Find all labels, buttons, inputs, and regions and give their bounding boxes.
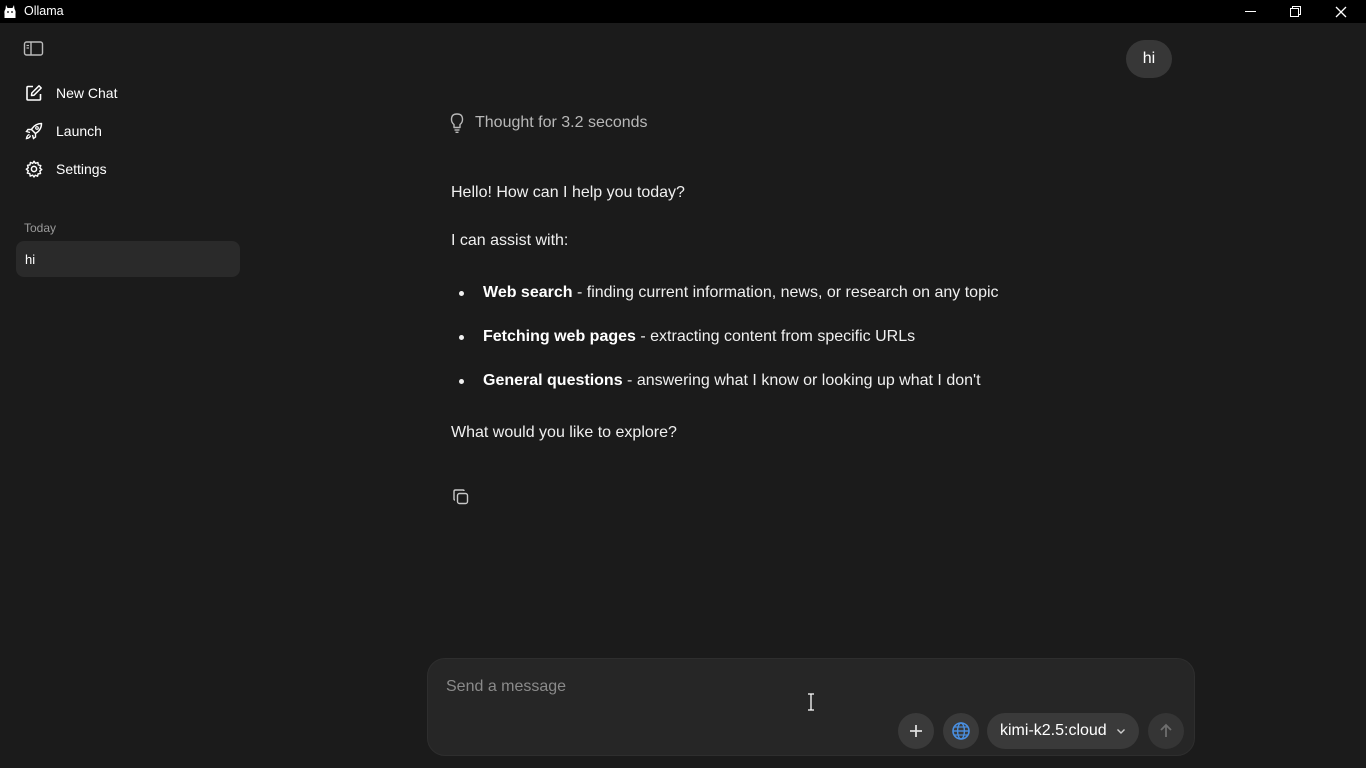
- plus-icon: [910, 725, 922, 737]
- reply-bullet-item: Web search - finding current information…: [459, 284, 999, 302]
- message-input[interactable]: [446, 673, 1166, 701]
- chat-title: hi: [25, 251, 36, 267]
- chat-list-item[interactable]: hi: [16, 241, 240, 277]
- message-composer: kimi-k2.5:cloud: [427, 658, 1195, 756]
- bullet-text: - extracting content from specific URLs: [635, 328, 916, 345]
- new-chat-icon: [24, 83, 44, 103]
- reply-closing: What would you like to explore?: [451, 424, 677, 441]
- bullet-heading: General questions: [483, 372, 623, 389]
- reply-intro: I can assist with:: [451, 232, 569, 249]
- copy-icon: [453, 489, 469, 505]
- model-name: kimi-k2.5:cloud: [1000, 722, 1107, 739]
- send-button[interactable]: [1148, 713, 1184, 749]
- user-message-bubble: hi: [1126, 40, 1172, 78]
- bullet-text: - finding current information, news, or …: [572, 284, 999, 301]
- new-chat-button[interactable]: New Chat: [24, 81, 117, 105]
- web-search-toggle[interactable]: [943, 713, 979, 749]
- bullet-heading: Fetching web pages: [483, 328, 636, 345]
- user-message-text: hi: [1142, 50, 1156, 67]
- settings-button[interactable]: Settings: [24, 157, 107, 181]
- close-icon: [1335, 6, 1347, 17]
- restore-button[interactable]: [1272, 0, 1318, 23]
- launch-button[interactable]: Launch: [24, 119, 102, 143]
- close-button[interactable]: [1318, 0, 1364, 23]
- bullet-heading: Web search: [483, 284, 573, 301]
- sidebar-toggle-button[interactable]: [23, 40, 45, 58]
- bullet-dot: [459, 378, 464, 384]
- bullet-dot: [459, 334, 464, 340]
- ollama-logo-icon: [4, 5, 16, 18]
- settings-label: Settings: [56, 161, 107, 177]
- restore-icon: [1289, 6, 1301, 17]
- reply-greeting: Hello! How can I help you today?: [451, 184, 685, 201]
- gear-icon: [24, 159, 44, 179]
- add-attachment-button[interactable]: [898, 713, 934, 749]
- launch-label: Launch: [56, 123, 102, 139]
- new-chat-label: New Chat: [56, 85, 118, 101]
- thought-toggle[interactable]: Thought for 3.2 seconds: [449, 112, 648, 134]
- reply-bullet-item: Fetching web pages - extracting content …: [459, 328, 915, 346]
- copy-button[interactable]: [450, 486, 472, 508]
- bullet-dot: [459, 290, 464, 296]
- arrow-up-icon: [1160, 723, 1172, 737]
- window-title: Ollama: [24, 4, 64, 18]
- thought-label: Thought for 3.2 seconds: [475, 114, 648, 131]
- reply-bullet-item: General questions - answering what I kno…: [459, 372, 981, 390]
- bullet-text: - answering what I know or looking up wh…: [622, 372, 981, 389]
- lightbulb-icon: [450, 113, 464, 133]
- globe-icon: [952, 722, 970, 740]
- model-selector[interactable]: kimi-k2.5:cloud: [987, 713, 1139, 749]
- text-cursor-icon: [808, 693, 814, 711]
- title-bar: Ollama: [0, 0, 1366, 23]
- rocket-icon: [24, 121, 44, 141]
- chevron-down-icon: [1117, 729, 1125, 734]
- sidebar: New Chat Launch Settings Today hi: [0, 23, 258, 768]
- sidebar-toggle-icon: [23, 41, 44, 56]
- chat-section-label: Today: [24, 221, 57, 235]
- minimize-button[interactable]: [1227, 0, 1273, 23]
- minimize-icon: [1244, 11, 1256, 12]
